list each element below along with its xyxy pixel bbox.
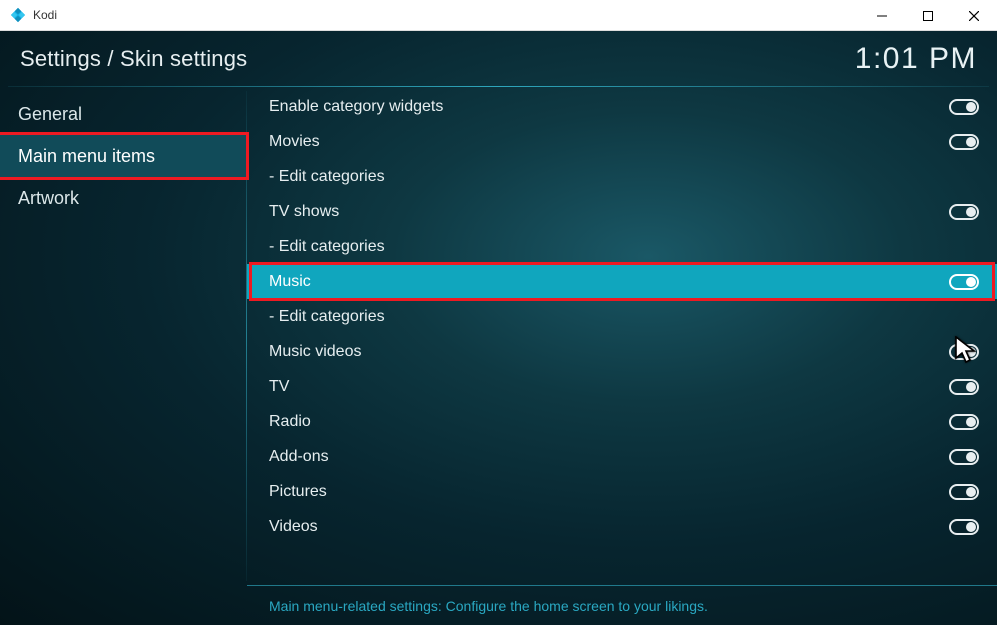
toggle-icon[interactable] [949,519,979,535]
toggle-icon[interactable] [949,379,979,395]
setting-label: - Edit categories [269,168,979,186]
setting-music-videos[interactable]: Music videos [247,334,997,369]
window-title: Kodi [33,8,57,22]
sidebar-item-main-menu-items[interactable]: Main menu items [0,135,246,177]
sidebar-item-label: Artwork [18,188,79,209]
setting-pictures[interactable]: Pictures [247,474,997,509]
setting-music[interactable]: Music [247,264,997,299]
setting-label: Radio [269,413,949,431]
breadcrumb: Settings / Skin settings [20,46,247,72]
toggle-icon[interactable] [949,344,979,360]
setting-tv[interactable]: TV [247,369,997,404]
setting-movies[interactable]: Movies [247,124,997,159]
setting-label: Enable category widgets [269,98,949,116]
toggle-icon[interactable] [949,99,979,115]
clock: 1:01 PM [855,42,977,76]
setting-label: Pictures [269,483,949,501]
setting-label: - Edit categories [269,308,979,326]
toggle-icon[interactable] [949,414,979,430]
window-controls [859,0,997,31]
setting-enable-category-widgets[interactable]: Enable category widgets [247,89,997,124]
setting-videos[interactable]: Videos [247,509,997,544]
toggle-icon[interactable] [949,204,979,220]
toggle-icon[interactable] [949,449,979,465]
footer-help: Main menu-related settings: Configure th… [247,585,997,625]
sidebar: General Main menu items Artwork [0,87,246,585]
setting-music-edit-categories[interactable]: - Edit categories [247,299,997,334]
kodi-app-icon [10,7,26,23]
setting-label: - Edit categories [269,238,979,256]
setting-label: Movies [269,133,949,151]
setting-radio[interactable]: Radio [247,404,997,439]
titlebar: Kodi [0,0,997,31]
toggle-icon[interactable] [949,484,979,500]
settings-list: Enable category widgets Movies - Edit ca… [247,87,997,585]
toggle-icon[interactable] [949,274,979,290]
close-button[interactable] [951,0,997,31]
header: Settings / Skin settings 1:01 PM [0,31,997,86]
sidebar-item-label: Main menu items [18,146,155,167]
setting-label: Videos [269,518,949,536]
minimize-button[interactable] [859,0,905,31]
maximize-button[interactable] [905,0,951,31]
setting-label: TV shows [269,203,949,221]
setting-movies-edit-categories[interactable]: - Edit categories [247,159,997,194]
sidebar-item-artwork[interactable]: Artwork [0,177,246,219]
sidebar-item-general[interactable]: General [0,93,246,135]
setting-tv-shows-edit-categories[interactable]: - Edit categories [247,229,997,264]
setting-label: Music [269,273,949,291]
sidebar-item-label: General [18,104,82,125]
setting-tv-shows[interactable]: TV shows [247,194,997,229]
setting-add-ons[interactable]: Add-ons [247,439,997,474]
setting-label: TV [269,378,949,396]
toggle-icon[interactable] [949,134,979,150]
footer-help-text: Main menu-related settings: Configure th… [269,598,708,614]
setting-label: Add-ons [269,448,949,466]
setting-label: Music videos [269,343,949,361]
